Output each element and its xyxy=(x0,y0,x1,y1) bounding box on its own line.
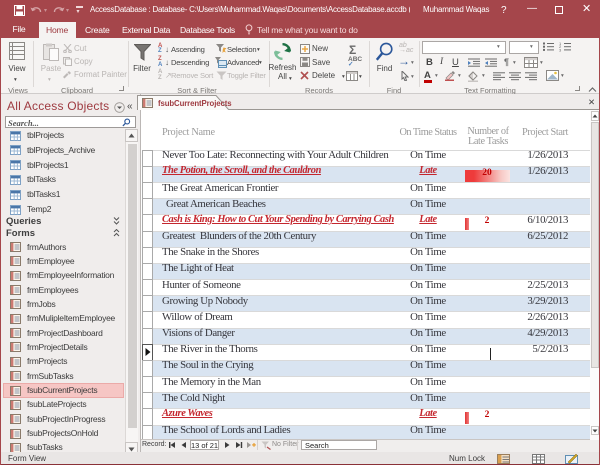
svg-text:3: 3 xyxy=(559,47,562,52)
